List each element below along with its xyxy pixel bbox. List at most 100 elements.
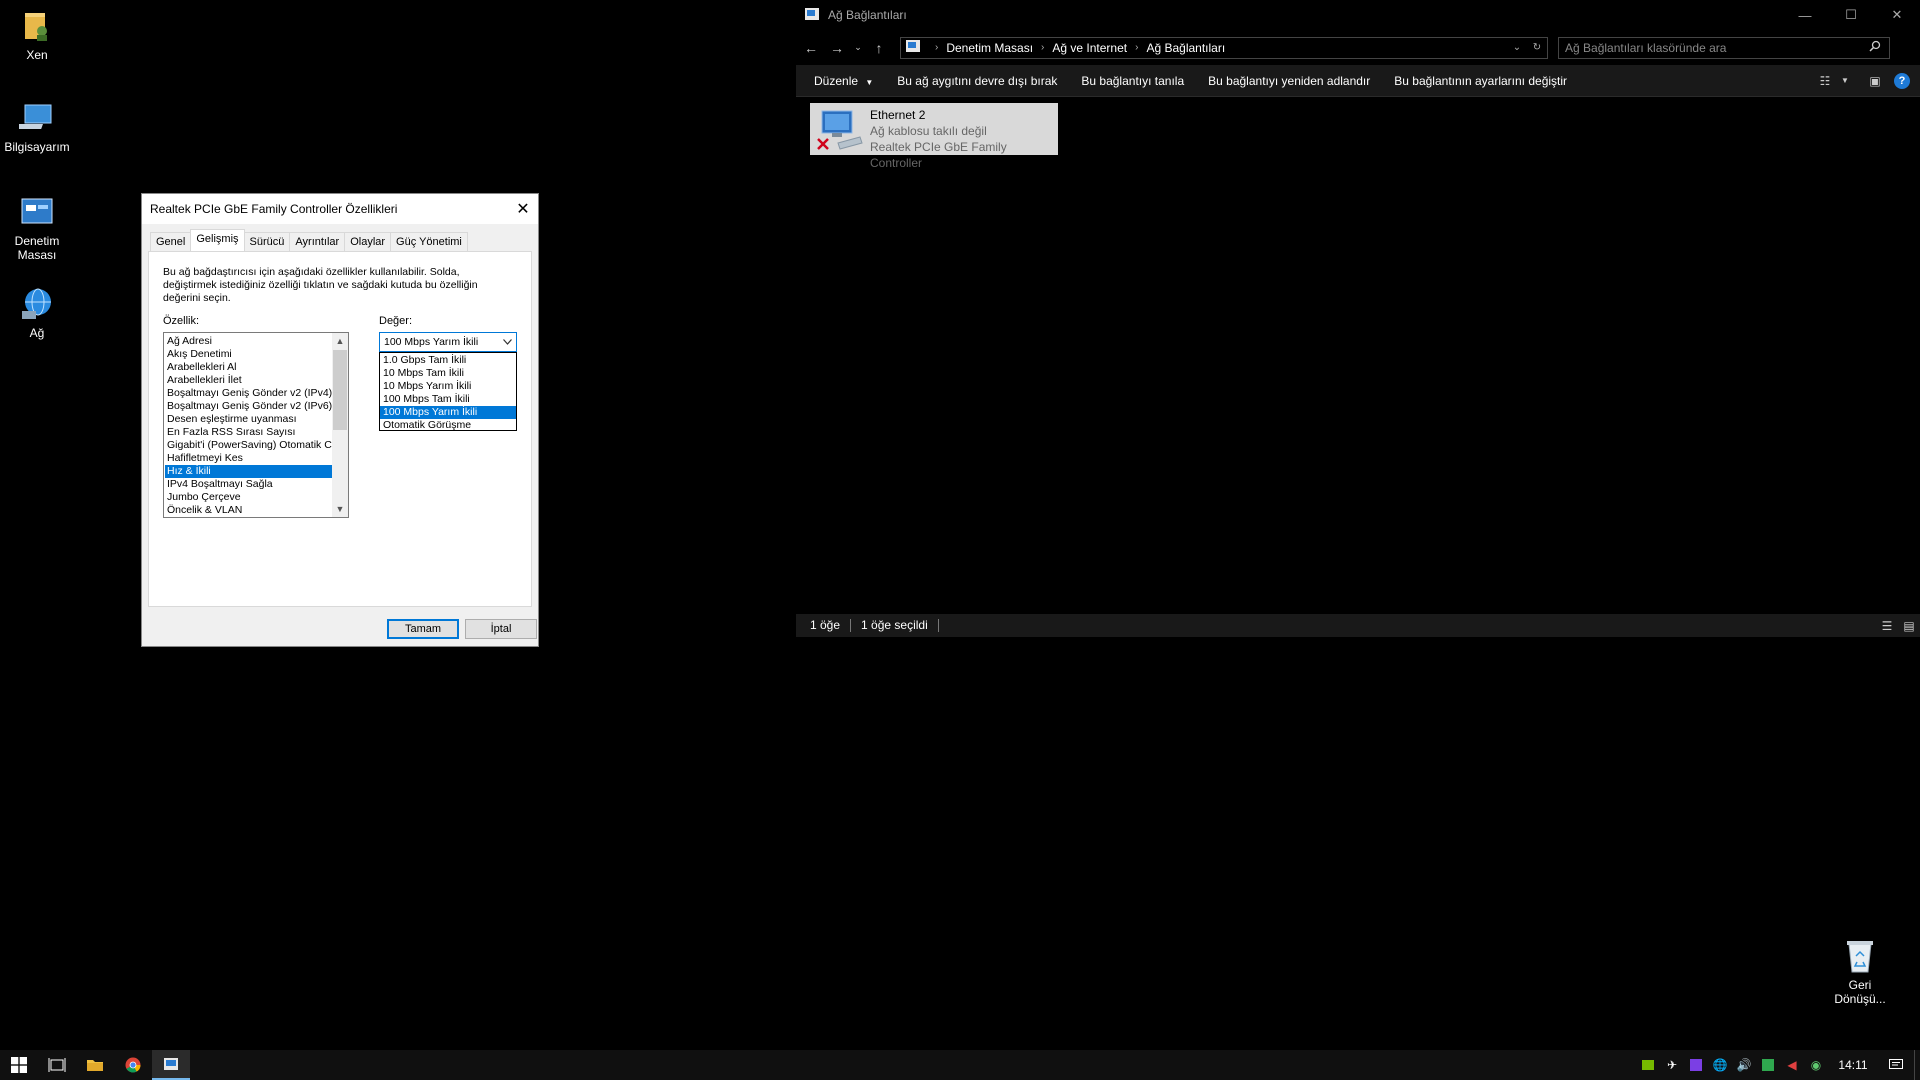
desktop-icon-computer[interactable]: Bilgisayarım — [0, 100, 82, 154]
explorer-titlebar[interactable]: Ağ Bağlantıları — ☐ ✕ — [796, 0, 1920, 30]
address-bar[interactable]: › Denetim Masası › Ağ ve Internet › Ağ B… — [900, 36, 1548, 59]
property-list-item[interactable]: En Fazla RSS Sırası Sayısı — [165, 426, 332, 439]
show-desktop-strip[interactable] — [1914, 1050, 1920, 1080]
details-view-icon[interactable]: ☰ — [1876, 619, 1898, 633]
property-list-item[interactable]: Boşaltmayı Geniş Gönder v2 (IPv6) — [165, 400, 332, 413]
up-arrow-icon[interactable]: ↑ — [868, 40, 890, 56]
property-list-item[interactable]: Gigabit'i (PowerSaving) Otomatik C — [165, 439, 332, 452]
taskbar-clock[interactable]: 14:11 — [1828, 1058, 1878, 1072]
volume-icon[interactable]: 🔊 — [1732, 1050, 1756, 1080]
property-list-item[interactable]: Hız & İkili — [165, 465, 332, 478]
network-connections-taskbar-icon[interactable] — [152, 1050, 190, 1080]
desktop-icon-control-panel[interactable]: Denetim Masası — [0, 194, 82, 262]
change-settings-button[interactable]: Bu bağlantının ayarlarını değiştir — [1382, 74, 1579, 88]
property-scrollbar[interactable]: ▲ ▼ — [332, 333, 348, 517]
task-view-icon[interactable] — [38, 1050, 76, 1080]
tab-driver[interactable]: Sürücü — [243, 232, 291, 251]
breadcrumb-item[interactable]: Ağ ve Internet — [1052, 41, 1127, 55]
property-list-item[interactable]: Jumbo Çerçeve — [165, 491, 332, 504]
desktop-icon-xen[interactable]: Xen — [0, 8, 82, 62]
computer-icon — [19, 100, 55, 136]
chevron-down-icon[interactable] — [500, 333, 514, 351]
chrome-icon[interactable] — [114, 1050, 152, 1080]
file-explorer-icon[interactable] — [76, 1050, 114, 1080]
ok-button[interactable]: Tamam — [387, 619, 459, 639]
disable-device-button[interactable]: Bu ağ aygıtını devre dışı bırak — [885, 74, 1069, 88]
property-list-item[interactable]: Arabellekleri Al — [165, 361, 332, 374]
explorer-title: Ağ Bağlantıları — [828, 8, 907, 22]
address-dropdown-icon[interactable]: ⌄ — [1507, 42, 1527, 53]
value-option[interactable]: Otomatik Görüşme — [380, 419, 516, 432]
connection-device: Realtek PCIe GbE Family Controller — [870, 140, 1007, 170]
desktop-icon-network[interactable]: Ağ — [0, 286, 82, 340]
view-chevron-icon[interactable]: ▼ — [1838, 76, 1852, 85]
recycle-bin-label: Geri Dönüşü... — [1834, 978, 1886, 1006]
connections-area[interactable]: Ethernet 2 Ağ kablosu takılı değil Realt… — [796, 97, 1920, 614]
connection-tile-ethernet2[interactable]: Ethernet 2 Ağ kablosu takılı değil Realt… — [810, 103, 1058, 170]
preview-pane-icon[interactable]: ▣ — [1862, 74, 1888, 88]
value-option[interactable]: 100 Mbps Tam İkili — [380, 393, 516, 406]
property-list-item[interactable]: Öncelik & VLAN — [165, 504, 332, 517]
property-list-item[interactable]: Akış Denetimi — [165, 348, 332, 361]
nvidia-tray-icon[interactable] — [1636, 1050, 1660, 1080]
desktop-icon-label: Ağ — [29, 326, 45, 340]
breadcrumb-item[interactable]: Ağ Bağlantıları — [1146, 41, 1225, 55]
property-list-item[interactable]: Ağ Adresi — [165, 335, 332, 348]
scroll-thumb[interactable] — [333, 350, 347, 430]
tab-advanced[interactable]: Gelişmiş — [190, 229, 245, 251]
value-combobox[interactable]: 100 Mbps Yarım İkili — [379, 332, 517, 352]
back-arrow-icon[interactable]: ← — [800, 40, 822, 56]
rename-button[interactable]: Bu bağlantıyı yeniden adlandır — [1196, 74, 1382, 88]
value-option[interactable]: 1.0 Gbps Tam İkili — [380, 354, 516, 367]
breadcrumb-item[interactable]: Denetim Masası — [946, 41, 1033, 55]
tab-power-management[interactable]: Güç Yönetimi — [390, 232, 468, 251]
scroll-up-icon[interactable]: ▲ — [332, 333, 348, 349]
property-list-item[interactable]: IPv4 Boşaltmayı Sağla — [165, 478, 332, 491]
action-center-icon[interactable] — [1878, 1050, 1914, 1080]
view-options-icon[interactable]: ☷ — [1812, 74, 1838, 88]
desktop-icon-recycle-bin[interactable]: Geri Dönüşü... — [1815, 938, 1905, 1006]
address-row: ← → ⌄ ↑ › Denetim Masası › Ağ ve Interne… — [796, 30, 1920, 65]
language-globe-icon[interactable]: 🌐 — [1708, 1050, 1732, 1080]
help-icon[interactable]: ? — [1894, 72, 1910, 89]
connection-name: Ethernet 2 — [870, 108, 926, 122]
property-list-item[interactable]: Arabellekleri İlet — [165, 374, 332, 387]
tiles-view-icon[interactable]: ▤ — [1898, 619, 1920, 633]
property-listbox[interactable]: Ağ Adresi Akış Denetimi Arabellekleri Al Ar… — [163, 332, 349, 518]
speaker-muted-icon[interactable]: ◀ — [1780, 1050, 1804, 1080]
taskbar: ✈ 🌐 🔊 ◀ ◉ 14:11 — [0, 1050, 1920, 1080]
chevron-down-icon: ▼ — [865, 77, 874, 87]
status-bar: 1 öğe 1 öğe seçildi ☰ ▤ — [796, 614, 1920, 637]
property-list-item[interactable]: Hafifletmeyi Kes — [165, 452, 332, 465]
network-status-icon[interactable]: ◉ — [1804, 1050, 1828, 1080]
maximize-icon[interactable]: ☐ — [1828, 0, 1874, 30]
property-list-item[interactable]: Desen eşleştirme uyanması — [165, 413, 332, 426]
recent-chevron-icon[interactable]: ⌄ — [852, 42, 864, 53]
cancel-button[interactable]: İptal — [465, 619, 537, 639]
minimize-icon[interactable]: — — [1782, 0, 1828, 30]
property-list-item[interactable]: Boşaltmayı Geniş Gönder v2 (IPv4) — [165, 387, 332, 400]
organize-menu[interactable]: Düzenle ▼ — [796, 74, 885, 88]
search-box[interactable]: Ağ Bağlantıları klasöründe ara — [1558, 36, 1890, 59]
close-icon[interactable]: ✕ — [508, 194, 538, 224]
dialog-titlebar[interactable]: Realtek PCIe GbE Family Controller Özell… — [142, 194, 538, 224]
tab-general[interactable]: Genel — [150, 232, 192, 251]
tab-events[interactable]: Olaylar — [344, 232, 392, 251]
scroll-down-icon[interactable]: ▼ — [332, 501, 348, 517]
start-windows-icon[interactable] — [0, 1050, 38, 1080]
value-label: Değer: — [379, 315, 413, 327]
value-option[interactable]: 10 Mbps Tam İkili — [380, 367, 516, 380]
security-shield-icon[interactable] — [1756, 1050, 1780, 1080]
forward-arrow-icon[interactable]: → — [826, 40, 848, 56]
property-list: Ağ Adresi Akış Denetimi Arabellekleri Al Ar… — [165, 335, 332, 517]
diagnose-button[interactable]: Bu bağlantıyı tanıla — [1069, 74, 1196, 88]
tab-details[interactable]: Ayrıntılar — [289, 232, 346, 251]
close-icon[interactable]: ✕ — [1874, 0, 1920, 30]
dialog-tabs: Genel Gelişmiş Sürücü Ayrıntılar Olaylar… — [150, 229, 468, 251]
app-tray-icon[interactable] — [1684, 1050, 1708, 1080]
cursor-tray-icon[interactable]: ✈ — [1660, 1050, 1684, 1080]
value-option[interactable]: 100 Mbps Yarım İkili — [380, 406, 516, 419]
refresh-icon[interactable]: ↻ — [1527, 42, 1547, 53]
search-icon[interactable] — [1869, 40, 1889, 55]
value-option[interactable]: 10 Mbps Yarım İkili — [380, 380, 516, 393]
